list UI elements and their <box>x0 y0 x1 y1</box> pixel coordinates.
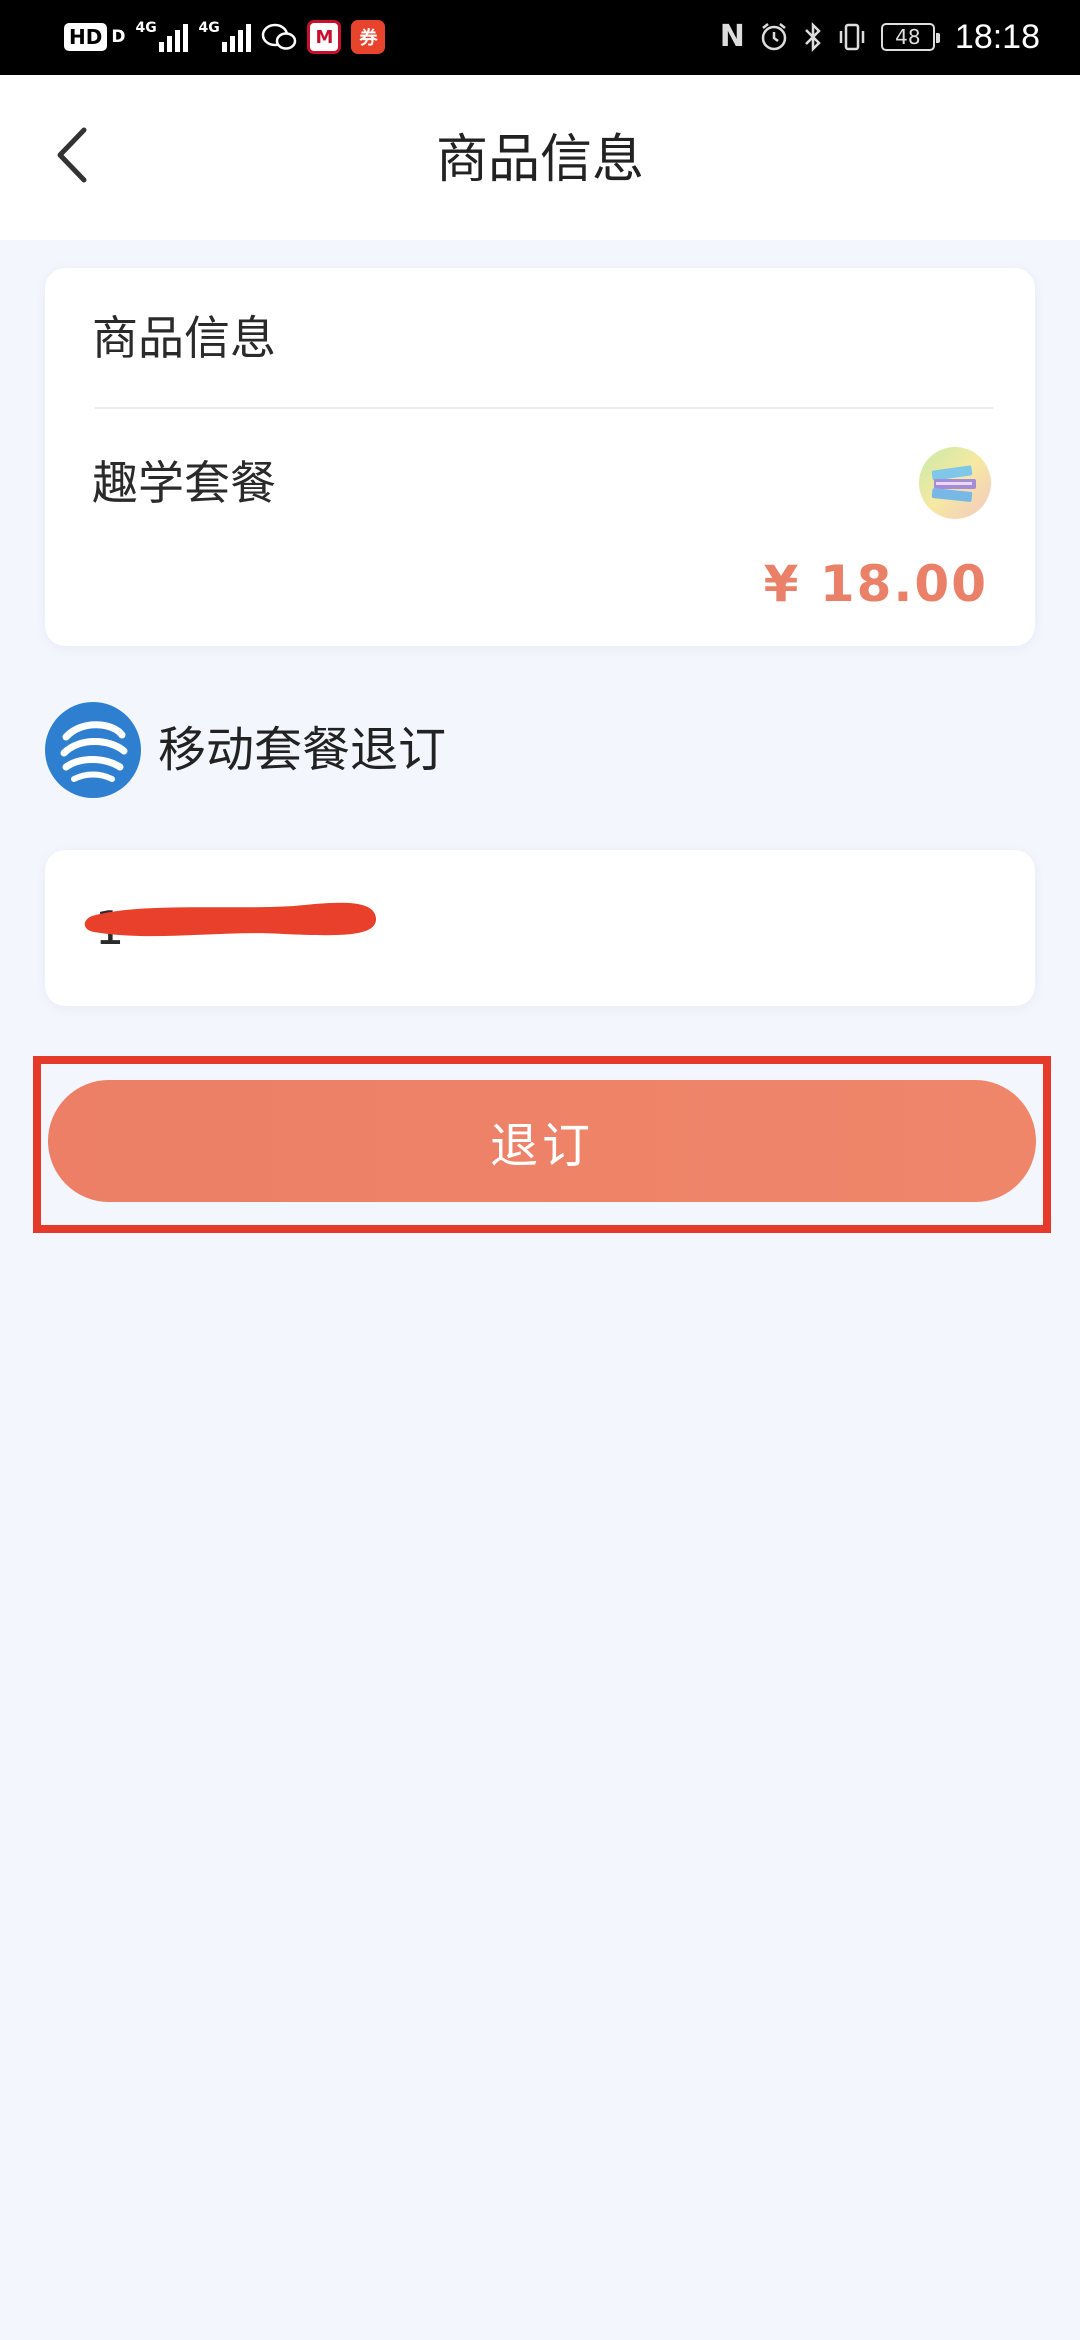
nav-bar: 商品信息 <box>0 75 1080 240</box>
signal-icon: 4G <box>135 20 189 52</box>
bluetooth-icon <box>805 21 821 53</box>
signal-icon: 4G <box>198 20 252 52</box>
hd-sub-label: D <box>111 27 126 47</box>
redaction-mark <box>84 902 377 937</box>
product-section-title: 商品信息 <box>92 311 276 365</box>
product-name: 趣学套餐 <box>92 456 276 510</box>
bank-app-icon: M <box>307 20 342 54</box>
alarm-icon <box>761 23 787 51</box>
divider <box>95 407 993 409</box>
wechat-icon <box>262 23 297 50</box>
unsubscribe-button[interactable]: 退订 <box>48 1080 1036 1202</box>
network-type-label: 4G <box>198 20 220 36</box>
battery-icon: 48 <box>880 23 940 51</box>
hd-voice-icon: HD <box>64 23 108 51</box>
status-time: 18:18 <box>954 17 1040 56</box>
product-thumbnail-icon <box>919 447 991 519</box>
page-title: 商品信息 <box>435 130 644 190</box>
vibrate-icon <box>839 23 865 51</box>
status-right: N 48 18:18 <box>720 16 1040 58</box>
coupon-app-icon: 券 <box>351 20 386 54</box>
status-bar: HD D 4G 4G M 券 N 48 18:18 <box>0 0 1080 75</box>
nfc-icon: N <box>719 19 745 54</box>
china-mobile-logo-icon <box>45 702 141 798</box>
carrier-label: 移动套餐退订 <box>158 722 447 778</box>
status-left: HD D 4G 4G M 券 <box>64 16 386 58</box>
product-info-card: 商品信息 趣学套餐 ¥ 18.00 <box>45 268 1035 646</box>
network-type-label: 4G <box>135 20 157 36</box>
product-price: ¥ 18.00 <box>763 555 988 613</box>
